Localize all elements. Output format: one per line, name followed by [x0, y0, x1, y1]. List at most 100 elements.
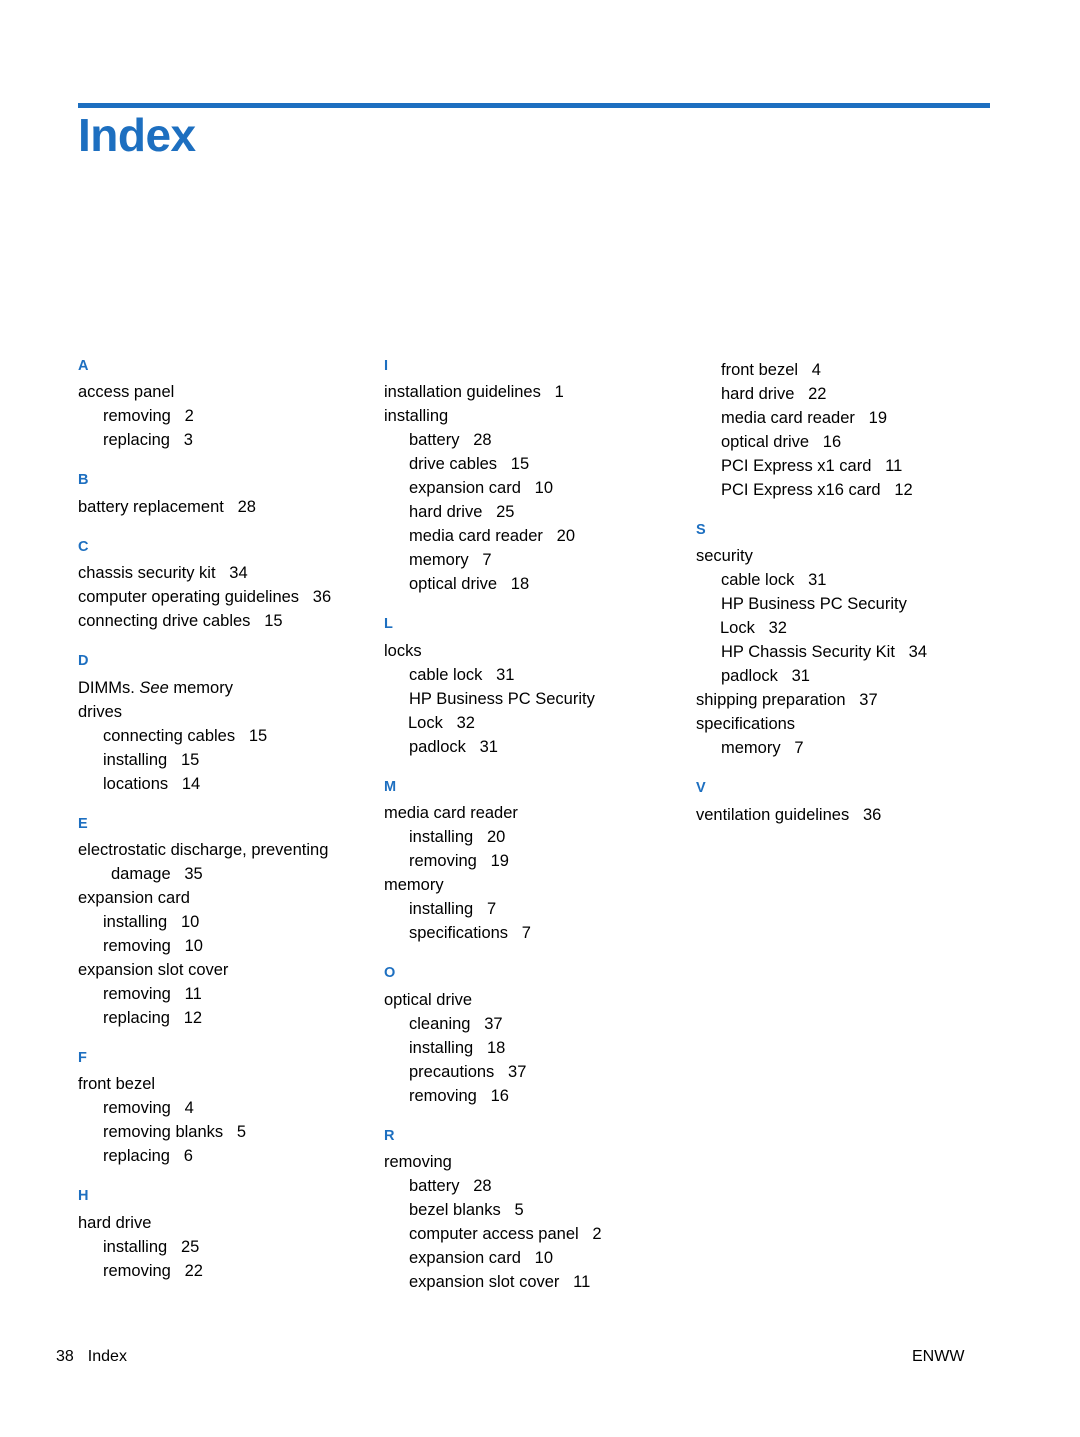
index-entry: bezel blanks 5: [409, 1200, 524, 1219]
index-letter-heading: I: [384, 358, 389, 374]
index-entry: removing 22: [103, 1261, 203, 1280]
index-entry: installation guidelines 1: [384, 383, 564, 402]
index-entry: ventilation guidelines 36: [696, 805, 882, 824]
index-entry: precautions 37: [409, 1062, 527, 1081]
index-entry: PCI Express x16 card 12: [721, 481, 913, 499]
index-letter-heading: L: [384, 616, 393, 633]
index-entry: HP Chassis Security Kit 34: [721, 643, 928, 662]
index-page: Index Aaccess panel removing 2 replacing 3…: [0, 0, 1080, 1437]
index-entry: removing 10: [103, 936, 203, 955]
index-entry: hard drive: [78, 1213, 152, 1232]
index-entry: battery 28: [409, 1176, 492, 1195]
index-columns: Aaccess panel removing 2 replacing 3 Bbatte…: [78, 358, 990, 1294]
index-entry: shipping preparation 37: [696, 691, 878, 710]
index-entry: drives: [78, 702, 123, 721]
index-entry: specifications 7: [409, 924, 531, 943]
index-entry-italic: See: [139, 678, 169, 697]
index-entry: media card reader 20: [409, 527, 576, 546]
index-entry: installing 25: [103, 1237, 200, 1256]
index-entry: optical drive 16: [721, 433, 842, 451]
index-entry: removing blanks 5: [103, 1123, 247, 1142]
index-entry: front bezel: [78, 1075, 156, 1094]
index-entry: replacing 12: [103, 1008, 203, 1027]
footer-right: ENWW: [912, 1348, 965, 1365]
index-entry: expansion card 10: [409, 479, 554, 498]
index-entry: installing 18: [409, 1038, 506, 1057]
index-entry: removing: [384, 1152, 452, 1171]
index-letter-heading: A: [78, 358, 89, 374]
index-column-3: front bezel 4 hard drive 22 media card rea…: [696, 358, 990, 1294]
index-letter-heading: D: [78, 653, 89, 670]
index-entry: optical drive 18: [409, 575, 530, 594]
index-entry: replacing 6: [103, 1147, 193, 1166]
index-letter-heading: H: [78, 1188, 89, 1205]
index-entry: cleaning 37: [409, 1014, 503, 1033]
index-entry: HP Business PC Security: [409, 689, 595, 708]
index-entry: replacing 3: [103, 431, 193, 450]
index-entry: DIMMs. See memory: [78, 678, 233, 697]
index-entry: removing 19: [409, 852, 509, 871]
footer-left: 38 Index: [56, 1348, 127, 1366]
index-entry: installing 10: [103, 912, 200, 931]
title-rule: [78, 103, 990, 108]
index-entry: access panel: [78, 383, 175, 402]
index-entry: memory 7: [721, 739, 804, 758]
index-entry: padlock 31: [721, 667, 810, 686]
index-entry: removing 4: [103, 1099, 194, 1118]
index-entry: media card reader 19: [721, 409, 888, 427]
footer-section: Index: [87, 1348, 127, 1365]
index-entry: installing: [384, 407, 449, 426]
index-entry: media card reader: [384, 804, 518, 823]
index-letter-heading: V: [696, 780, 706, 797]
index-entry: damage 35: [111, 864, 203, 883]
index-entry: HP Business PC Security: [721, 595, 907, 614]
index-entry: expansion slot cover 11: [409, 1272, 591, 1291]
footer-page-number: 38: [56, 1348, 74, 1365]
index-entry: Lock 32: [720, 619, 787, 638]
index-entry: expansion card: [78, 888, 190, 907]
index-entry: removing 11: [103, 984, 202, 1003]
index-entry: connecting drive cables 15: [78, 612, 283, 631]
index-entry: cable lock 31: [409, 665, 515, 684]
index-entry: Lock 32: [408, 713, 475, 732]
index-entry: cable lock 31: [721, 571, 827, 590]
index-entry: installing 7: [409, 900, 497, 919]
index-entry: front bezel 4: [721, 361, 821, 379]
index-entry: optical drive: [384, 990, 473, 1009]
index-entry: connecting cables 15: [103, 726, 268, 745]
index-letter-heading: F: [78, 1049, 87, 1066]
page-title: Index: [78, 109, 196, 161]
index-entry: removing 2: [103, 407, 194, 426]
index-letter-heading: B: [78, 472, 89, 489]
index-entry: electrostatic discharge, preventing: [78, 840, 329, 859]
index-letter-heading: C: [78, 538, 89, 555]
index-letter-heading: E: [78, 815, 88, 832]
index-column-1: Aaccess panel removing 2 replacing 3 Bbatte…: [78, 358, 384, 1294]
index-letter-heading: O: [384, 965, 396, 982]
index-entry: locks: [384, 641, 422, 660]
index-entry: specifications: [696, 715, 796, 734]
index-entry: hard drive 25: [409, 503, 515, 522]
index-entry: expansion card 10: [409, 1248, 554, 1267]
index-entry: expansion slot cover: [78, 960, 229, 979]
index-letter-heading: R: [384, 1127, 395, 1144]
index-entry: security: [696, 547, 753, 566]
index-entry: memory 7: [409, 551, 492, 570]
index-letter-heading: M: [384, 778, 397, 795]
index-entry: chassis security kit 34: [78, 564, 248, 583]
index-entry: removing 16: [409, 1086, 509, 1105]
index-entry: memory: [384, 876, 444, 895]
index-entry: computer operating guidelines 36: [78, 588, 332, 607]
index-entry: installing 20: [409, 828, 506, 847]
index-column-2: Iinstallation guidelines 1 installing batt…: [384, 358, 696, 1294]
index-entry: hard drive 22: [721, 385, 827, 403]
index-entry: locations 14: [103, 774, 201, 793]
index-entry: PCI Express x1 card 11: [721, 457, 903, 475]
index-entry: padlock 31: [409, 737, 498, 756]
index-entry: battery 28: [409, 431, 492, 450]
index-letter-heading: S: [696, 522, 706, 538]
index-entry: computer access panel 2: [409, 1224, 602, 1243]
index-entry: drive cables 15: [409, 455, 530, 474]
index-entry: installing 15: [103, 750, 200, 769]
index-entry: battery replacement 28: [78, 497, 256, 516]
